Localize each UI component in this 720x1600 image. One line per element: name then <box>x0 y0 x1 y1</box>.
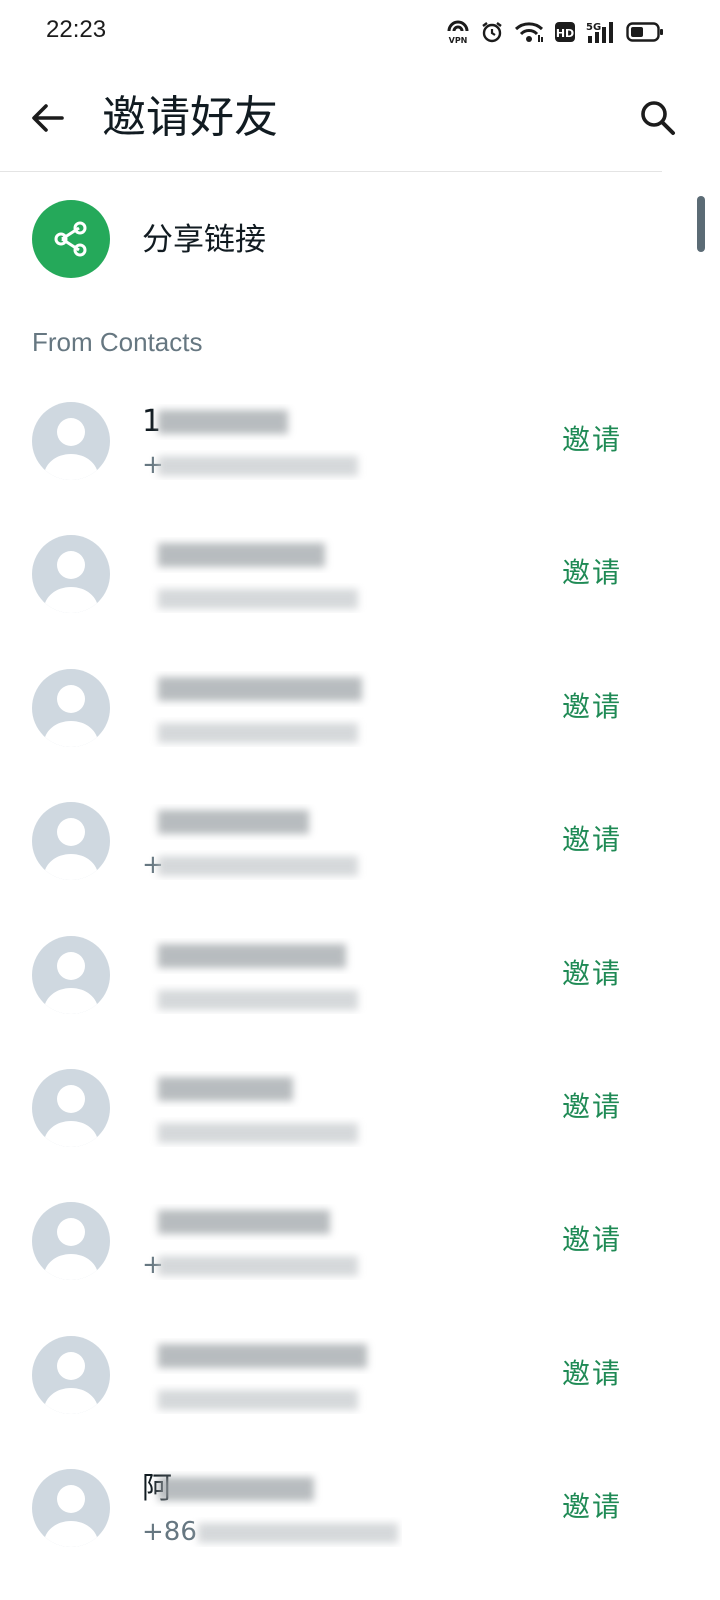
invite-button[interactable]: 邀请 <box>552 1352 632 1396</box>
share-link-row[interactable]: 分享链接 <box>0 190 690 290</box>
wifi-icon <box>514 22 544 42</box>
share-link-icon-circle <box>32 200 110 278</box>
avatar <box>32 402 110 480</box>
status-bar: 22:23 VPN HD 5G <box>0 0 720 64</box>
search-button[interactable] <box>632 92 684 144</box>
redacted-phone-block <box>158 1256 358 1277</box>
contact-row-1[interactable]: 1 + 邀请 <box>0 374 690 507</box>
contact-phone: +86 <box>142 1517 402 1547</box>
contact-row-3[interactable]: 邀请 <box>0 641 690 774</box>
contact-name <box>142 938 402 974</box>
arrow-left-icon <box>32 104 64 132</box>
default-avatar-icon <box>44 1351 98 1414</box>
app-bar: 邀请好友 <box>0 64 720 172</box>
contact-phone <box>142 717 402 747</box>
search-icon <box>641 101 675 135</box>
scrollbar-thumb[interactable] <box>697 196 705 252</box>
app-bar-divider <box>0 171 662 172</box>
contact-phone: + <box>142 450 402 480</box>
redacted-phone-block <box>158 856 358 877</box>
status-time: 22:23 <box>46 16 107 43</box>
redacted-phone-block <box>158 989 358 1010</box>
redacted-phone-block <box>158 722 358 743</box>
share-link-label: 分享链接 <box>142 222 266 258</box>
default-avatar-icon <box>44 818 98 881</box>
avatar <box>32 535 110 614</box>
contact-name <box>142 1204 402 1240</box>
contact-name: 1 <box>142 404 402 440</box>
battery-icon <box>626 22 663 42</box>
redacted-name-block <box>158 810 309 835</box>
avatar <box>32 1068 110 1147</box>
hd-icon: HD <box>555 22 575 42</box>
contact-phone <box>142 984 402 1014</box>
contact-phone <box>142 583 402 613</box>
default-avatar-icon <box>44 1084 98 1147</box>
avatar <box>32 1335 110 1414</box>
contact-name <box>142 1071 402 1107</box>
avatar <box>32 935 110 1014</box>
redacted-phone-block <box>198 1523 398 1544</box>
contact-name <box>142 1338 402 1374</box>
section-header-from-contacts: From Contacts <box>32 327 203 357</box>
redacted-name-block <box>158 1210 330 1235</box>
invite-button[interactable]: 邀请 <box>552 1218 632 1262</box>
back-button[interactable] <box>22 92 74 144</box>
default-avatar-icon <box>44 1485 98 1548</box>
avatar <box>32 668 110 747</box>
status-icons: VPN HD 5G <box>446 18 664 46</box>
svg-text:5G: 5G <box>586 22 601 33</box>
invite-button[interactable]: 邀请 <box>552 1485 632 1529</box>
contact-phone: + <box>142 850 402 880</box>
contact-row-8[interactable]: 邀请 <box>0 1308 690 1441</box>
contact-phone <box>142 1117 402 1147</box>
contact-row-6[interactable]: 邀请 <box>0 1041 690 1174</box>
contact-row-9[interactable]: 阿 +86 邀请 <box>0 1441 690 1574</box>
vpn-icon: VPN <box>447 20 469 45</box>
redacted-phone-block <box>158 1122 358 1143</box>
alarm-icon <box>482 22 502 43</box>
redacted-name-block <box>158 1477 314 1502</box>
invite-button[interactable]: 邀请 <box>552 818 632 862</box>
invite-button[interactable]: 邀请 <box>552 952 632 996</box>
redacted-phone-block <box>158 589 358 610</box>
contact-phone <box>142 1384 402 1414</box>
contact-name <box>142 804 402 840</box>
page-title: 邀请好友 <box>102 92 278 143</box>
redacted-name-block <box>158 1343 367 1368</box>
redacted-name-block <box>158 943 346 968</box>
redacted-phone-block <box>158 1389 358 1410</box>
contact-row-7[interactable]: + 邀请 <box>0 1174 690 1307</box>
redacted-name-block <box>158 676 362 701</box>
default-avatar-icon <box>44 551 98 614</box>
contact-row-5[interactable]: 邀请 <box>0 908 690 1041</box>
invite-button[interactable]: 邀请 <box>552 1085 632 1129</box>
default-avatar-icon <box>44 684 98 747</box>
redacted-name-block <box>158 543 325 568</box>
default-avatar-icon <box>44 418 98 480</box>
signal-5g-icon: 5G <box>586 22 613 43</box>
svg-text:VPN: VPN <box>449 36 468 45</box>
contact-row-2[interactable]: 邀请 <box>0 507 690 640</box>
avatar <box>32 1202 110 1281</box>
svg-text:HD: HD <box>556 27 574 40</box>
contact-row-4[interactable]: + 邀请 <box>0 774 690 907</box>
invite-button[interactable]: 邀请 <box>552 418 632 462</box>
contact-name <box>142 671 402 707</box>
redacted-phone-block <box>158 456 358 476</box>
redacted-name-block <box>158 410 288 434</box>
invite-button[interactable]: 邀请 <box>552 685 632 729</box>
avatar <box>32 802 110 881</box>
invite-button[interactable]: 邀请 <box>552 551 632 595</box>
default-avatar-icon <box>44 951 98 1014</box>
redacted-name-block <box>158 1076 293 1101</box>
contact-name <box>142 537 402 573</box>
default-avatar-icon <box>44 1218 98 1281</box>
contact-list: 1 + 邀请 邀请 邀请 + 邀请 邀请 邀请 + 邀请 邀请 阿 +86 邀请 <box>0 374 690 1575</box>
avatar <box>32 1469 110 1548</box>
share-icon <box>54 221 87 257</box>
contact-phone: + <box>142 1250 402 1280</box>
contact-name: 阿 <box>142 1471 402 1507</box>
